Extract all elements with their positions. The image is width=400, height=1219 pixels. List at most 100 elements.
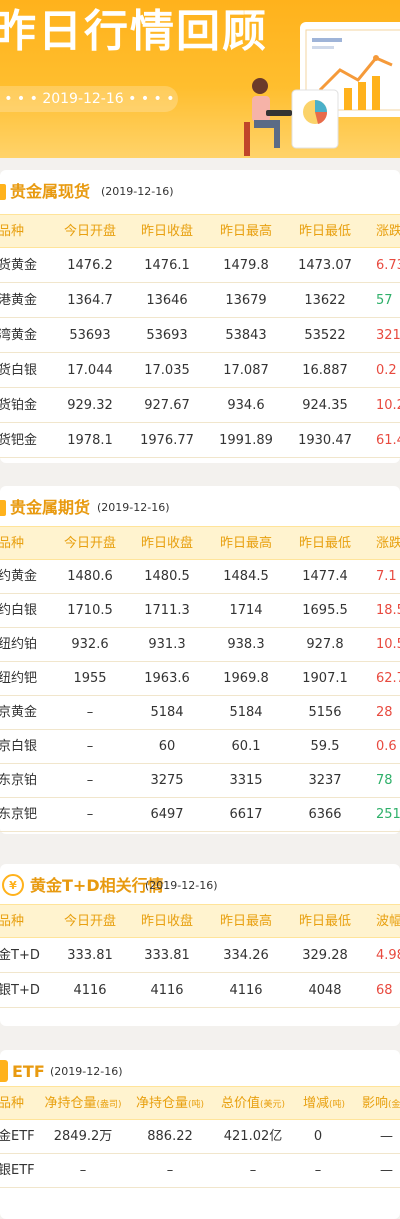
table-cell: 53843: [225, 328, 267, 343]
section-header: 贵金属期货 (2019-12-16): [0, 486, 400, 530]
table-cell: 1978.1: [67, 433, 113, 448]
table-cell: –: [249, 1163, 257, 1178]
section-date: (2019-12-16): [97, 501, 170, 514]
table-cell: 1955: [73, 671, 107, 686]
instrument-name: 金ETF: [0, 1129, 35, 1144]
instrument-name: 东京铂: [0, 773, 38, 788]
column-header: 昨日最低: [298, 536, 352, 551]
table-header: 品种 今日开盘 昨日收盘 昨日最高 昨日最低 涨跌: [0, 214, 400, 248]
table-cell: 17.035: [144, 363, 190, 378]
table-cell: 4116: [73, 983, 107, 998]
table-cell: 18.5: [376, 603, 400, 618]
table-row: 货铂金 929.32 927.67 934.6 924.35 10.25: [0, 388, 400, 423]
table-cell: 1710.5: [67, 603, 113, 618]
table-cell: 17.044: [67, 363, 113, 378]
instrument-name: 约黄金: [0, 569, 38, 584]
table-cell: 1963.6: [144, 671, 190, 686]
table-cell: 5184: [150, 705, 184, 720]
table-cell: 421.02亿: [223, 1129, 283, 1144]
table-cell: 924.35: [302, 398, 348, 413]
table-row: 约黄金 1480.6 1480.5 1484.5 1477.4 7.1: [0, 560, 400, 594]
table-header: 品种 今日开盘 昨日收盘 昨日最高 昨日最低 涨跌: [0, 526, 400, 560]
table-cell: 61.42: [376, 433, 400, 448]
table-cell: 6497: [150, 807, 184, 822]
table-cell: –: [314, 1163, 322, 1178]
table-cell: 1930.47: [298, 433, 352, 448]
instrument-name: 港黄金: [0, 293, 38, 308]
column-header: 昨日最高: [219, 224, 273, 239]
table-cell: 931.3: [148, 637, 186, 652]
instrument-name: 银T+D: [0, 983, 40, 998]
table-row: 东京铂 – 3275 3315 3237 78: [0, 764, 400, 798]
instrument-name: 京白银: [0, 739, 38, 754]
instrument-name: 东京钯: [0, 807, 38, 822]
table-header: 品种 今日开盘 昨日收盘 昨日最高 昨日最低 波幅: [0, 904, 400, 938]
section-title: 黄金T+D相关行情: [30, 876, 164, 895]
column-header: 增减(吨): [302, 1096, 346, 1111]
table-cell: —: [380, 1163, 393, 1178]
table-cell: 57: [376, 293, 393, 308]
section-date: (2019-12-16): [101, 185, 174, 198]
table-cell: 60.1: [231, 739, 261, 754]
table-cell: 7.1: [376, 569, 397, 584]
instrument-name: 纽约钯: [0, 671, 38, 686]
table-cell: 0.2: [376, 363, 397, 378]
table-cell: 251: [376, 807, 400, 822]
instrument-name: 京黄金: [0, 705, 38, 720]
analytics-illustration-icon: [244, 22, 400, 156]
coin-icon: ¥: [2, 874, 24, 896]
column-header: 净持仓量(盎司): [44, 1096, 122, 1111]
banner-date: • • • • 2019-12-16 • • • •: [0, 86, 178, 112]
table-cell: 1479.8: [223, 258, 269, 273]
table-cell: 329.28: [302, 948, 348, 963]
table-cell: 1695.5: [302, 603, 348, 618]
table-header: 品种 净持仓量(盎司) 净持仓量(吨) 总价值(美元) 增减(吨) 影响(金: [0, 1086, 400, 1120]
instrument-name: 纽约铂: [0, 637, 38, 652]
table-row: 金T+D 333.81 333.81 334.26 329.28 4.98: [0, 938, 400, 973]
column-header: 涨跌: [376, 224, 400, 239]
table-cell: –: [86, 807, 94, 822]
section-title: 贵金属期货: [10, 498, 91, 517]
instrument-name: 约白银: [0, 603, 38, 618]
section-date: (2019-12-16): [145, 879, 218, 892]
table-cell: 1473.07: [298, 258, 352, 273]
table-cell: 59.5: [310, 739, 340, 754]
table-cell: 1976.77: [140, 433, 194, 448]
column-header: 昨日收盘: [140, 224, 194, 239]
column-header: 昨日最低: [298, 914, 352, 929]
table-cell: 5184: [229, 705, 263, 720]
table-cell: 78: [376, 773, 393, 788]
table-row: 银ETF – – – – —: [0, 1154, 400, 1188]
table-cell: 2849.2万: [53, 1129, 113, 1144]
table-cell: 1907.1: [302, 671, 348, 686]
column-header: 品种: [0, 914, 25, 929]
table-cell: 6366: [308, 807, 342, 822]
instrument-name: 银ETF: [0, 1163, 35, 1178]
table-cell: 927.67: [144, 398, 190, 413]
table-cell: 1711.3: [144, 603, 190, 618]
table-cell: 4048: [308, 983, 342, 998]
table-cell: 1476.2: [67, 258, 113, 273]
table-cell: 0.6: [376, 739, 397, 754]
table-cell: 1484.5: [223, 569, 269, 584]
table-cell: 6.73: [376, 258, 400, 273]
header-banner: 昨日行情回顾 • • • • 2019-12-16 • • • •: [0, 0, 400, 158]
column-header: 今日开盘: [63, 914, 117, 929]
table-row: 货钯金 1978.1 1976.77 1991.89 1930.47 61.42: [0, 423, 400, 458]
table-cell: 1477.4: [302, 569, 348, 584]
table-cell: 334.26: [223, 948, 269, 963]
gold-bar-icon: [0, 184, 6, 200]
instrument-name: 金T+D: [0, 948, 40, 963]
table-cell: 1714: [229, 603, 263, 618]
section-header: ¥ 黄金T+D相关行情 (2019-12-16): [0, 864, 400, 908]
table-cell: 3315: [229, 773, 263, 788]
column-header: 净持仓量(吨): [135, 1096, 205, 1111]
table-cell: 16.887: [302, 363, 348, 378]
column-header: 昨日收盘: [140, 914, 194, 929]
table-cell: 4.98: [376, 948, 400, 963]
instrument-name: 货白银: [0, 363, 38, 378]
table-row: 东京钯 – 6497 6617 6366 251: [0, 798, 400, 832]
table-cell: 13679: [225, 293, 267, 308]
page-title: 昨日行情回顾: [0, 6, 268, 57]
table-cell: 1969.8: [223, 671, 269, 686]
